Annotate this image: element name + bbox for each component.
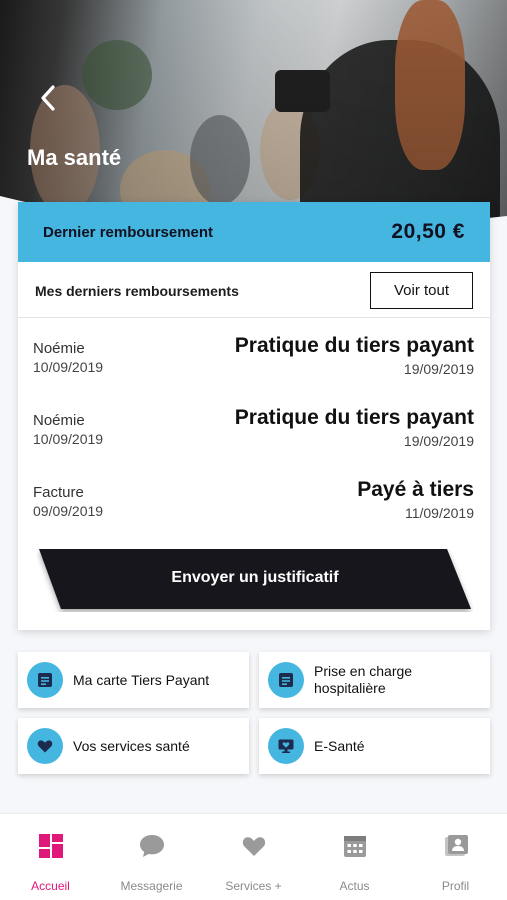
reimbursement-card: Dernier remboursement 20,50 € Mes dernie… <box>18 202 490 630</box>
row-source-date: 09/09/2019 <box>33 503 104 519</box>
last-reimbursement-label: Dernier remboursement <box>43 223 214 241</box>
row-date: 11/09/2019 <box>404 505 474 521</box>
nav-label: Messagerie <box>120 879 183 893</box>
tile-health-services[interactable]: Vos services santé <box>18 718 249 774</box>
profile-card-icon <box>445 835 468 856</box>
nav-label: Actus <box>339 879 370 893</box>
heart-icon <box>27 728 63 764</box>
tile-label: Prise en charge hospitalière <box>314 663 413 696</box>
row-date: 19/09/2019 <box>403 433 474 449</box>
heart-icon <box>242 837 266 856</box>
card-icon <box>27 662 63 698</box>
nav-label: Services + <box>225 879 282 893</box>
tile-label: Ma carte Tiers Payant <box>73 671 210 688</box>
row-label: Payé à tiers <box>357 478 474 501</box>
reimbursement-row[interactable]: Facture 09/09/2019 Payé à tiers 11/09/20… <box>18 478 490 544</box>
tile-label: E-Santé <box>314 737 365 754</box>
tile-e-sante[interactable]: E-Santé <box>259 718 490 774</box>
see-all-button[interactable]: Voir tout <box>370 272 473 309</box>
recent-header: Mes derniers remboursements Voir tout <box>18 262 490 318</box>
reimbursement-row[interactable]: Noémie 10/09/2019 Pratique du tiers paya… <box>18 334 490 400</box>
row-date: 19/09/2019 <box>403 361 474 377</box>
home-grid-icon <box>39 834 63 858</box>
tile-tiers-payant-card[interactable]: Ma carte Tiers Payant <box>18 652 249 708</box>
send-proof-label: Envoyer un justificatif <box>171 569 339 586</box>
nav-item-accueil[interactable]: Accueil <box>0 814 101 900</box>
row-source-date: 10/09/2019 <box>33 431 104 447</box>
back-icon[interactable] <box>36 84 60 112</box>
row-source: Facture <box>33 484 84 501</box>
nav-item-messagerie[interactable]: Messagerie <box>101 814 202 900</box>
document-icon <box>268 662 304 698</box>
recent-title: Mes derniers remboursements <box>35 283 239 299</box>
nav-label: Accueil <box>31 879 70 893</box>
row-source: Noémie <box>33 412 85 429</box>
bottom-nav: Accueil Messagerie Services + Actus Prof… <box>0 813 507 900</box>
calendar-icon <box>344 836 366 857</box>
nav-label: Profil <box>441 879 470 893</box>
last-reimbursement-banner: Dernier remboursement 20,50 € <box>18 202 490 262</box>
nav-item-profil[interactable]: Profil <box>405 814 506 900</box>
tile-hospital-coverage[interactable]: Prise en charge hospitalière <box>259 652 490 708</box>
tile-label: Vos services santé <box>73 737 190 754</box>
chat-bubble-icon <box>140 835 164 857</box>
page-title: Ma santé <box>27 145 122 170</box>
send-proof-button[interactable]: Envoyer un justificatif <box>37 549 473 612</box>
row-label: Pratique du tiers payant <box>234 406 474 429</box>
monitor-heart-icon <box>268 728 304 764</box>
nav-item-services[interactable]: Services + <box>203 814 304 900</box>
row-label: Pratique du tiers payant <box>234 334 474 357</box>
reimbursement-row[interactable]: Noémie 10/09/2019 Pratique du tiers paya… <box>18 406 490 472</box>
row-source-date: 10/09/2019 <box>33 359 104 375</box>
row-source: Noémie <box>33 340 85 357</box>
last-reimbursement-amount: 20,50 € <box>391 220 465 243</box>
nav-item-actus[interactable]: Actus <box>304 814 405 900</box>
